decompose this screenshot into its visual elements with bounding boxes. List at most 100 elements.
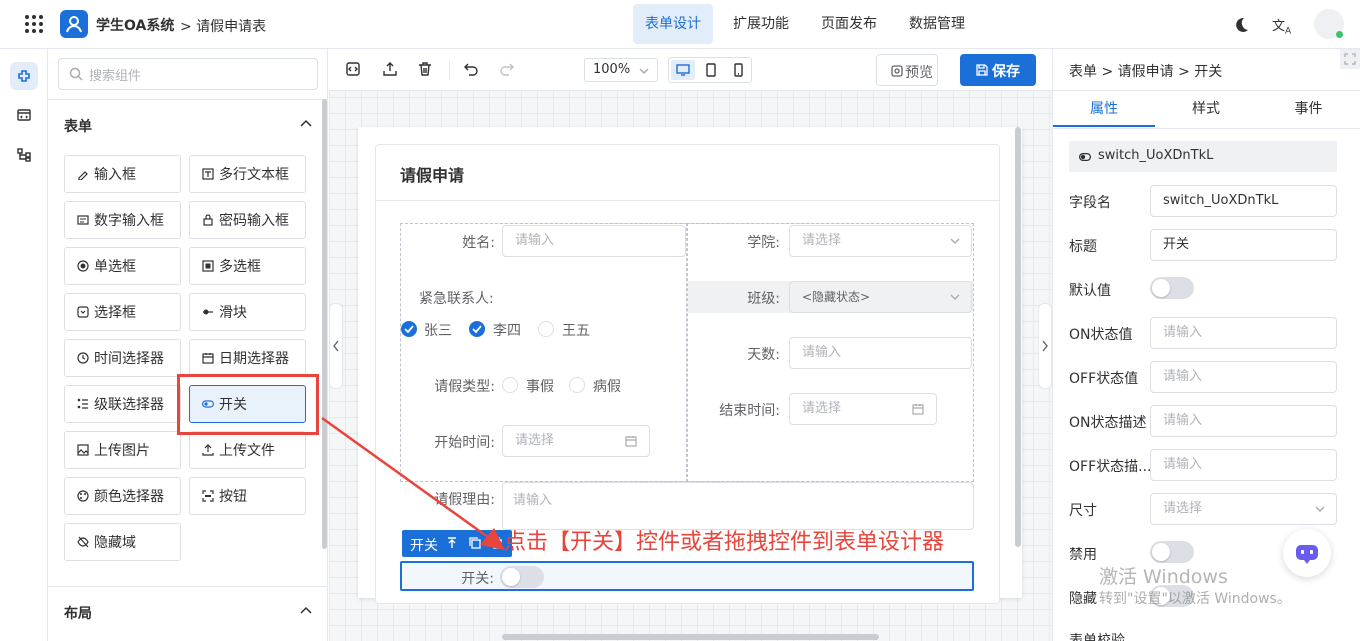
validate-label: 表单校验 — [1069, 633, 1125, 641]
clock-icon — [77, 352, 89, 364]
tab-properties[interactable]: 属性 — [1053, 91, 1155, 127]
on-desc-input[interactable]: 请输入 — [1150, 405, 1337, 437]
class-select[interactable]: <隐藏状态> — [789, 281, 972, 313]
collapse-layout-icon[interactable] — [300, 606, 312, 616]
component-checkbox-button[interactable]: 多选框 — [189, 247, 306, 285]
assistant-bot-icon[interactable] — [1283, 529, 1331, 577]
preview-label: 预览 — [905, 65, 933, 81]
component-cascader-button[interactable]: 级联选择器 — [64, 385, 181, 423]
component-id-bar: switch_UoXDnTkL — [1069, 141, 1337, 172]
number-icon — [77, 214, 89, 226]
component-calendar-button[interactable]: 日期选择器 — [189, 339, 306, 377]
size-select[interactable]: 请选择 — [1150, 493, 1337, 525]
collapse-form-icon[interactable] — [300, 119, 312, 129]
on-value-input[interactable]: 请输入 — [1150, 317, 1337, 349]
checkbox-icon — [202, 260, 214, 272]
name-input[interactable]: 请输入 — [502, 225, 686, 257]
component-palette-button[interactable]: 颜色选择器 — [64, 477, 181, 515]
college-label: 学院: — [747, 235, 780, 251]
tab-publish[interactable]: 页面发布 — [809, 4, 889, 44]
redo-icon[interactable] — [499, 61, 517, 79]
end-time-picker[interactable]: 请选择 — [789, 393, 937, 425]
disabled-toggle[interactable] — [1150, 541, 1194, 563]
component-radio-button[interactable]: 单选框 — [64, 247, 181, 285]
switch-small-icon — [1079, 153, 1091, 161]
canvas-toolbar: 100% 预览 保存 — [329, 49, 1052, 91]
radio-icon — [502, 377, 518, 393]
component-clock-button[interactable]: 时间选择器 — [64, 339, 181, 377]
canvas-h-scrollbar[interactable] — [502, 634, 879, 640]
upload-icon — [202, 444, 214, 456]
divider — [1053, 128, 1360, 129]
switch-widget[interactable]: 开关: — [400, 561, 974, 591]
component-upload-button[interactable]: 上传文件 — [189, 431, 306, 469]
collapse-right-handle[interactable] — [1038, 303, 1052, 389]
translate-icon[interactable]: 文A — [1272, 15, 1291, 37]
disabled-label: 禁用 — [1069, 547, 1097, 563]
tree-rail-icon[interactable] — [17, 148, 31, 162]
college-select[interactable]: 请选择 — [789, 225, 972, 257]
default-value-toggle[interactable] — [1150, 277, 1194, 299]
component-image-button[interactable]: 上传图片 — [64, 431, 181, 469]
tab-form-design[interactable]: 表单设计 — [633, 4, 713, 44]
divider — [48, 586, 328, 587]
dark-mode-icon[interactable] — [1232, 16, 1250, 34]
tab-style[interactable]: 样式 — [1155, 91, 1257, 127]
canvas-scrollbar[interactable] — [1015, 127, 1021, 547]
layout-section-title: 布局 — [64, 606, 92, 622]
default-value-label: 默认值 — [1069, 283, 1111, 299]
palette-icon — [77, 490, 89, 502]
textarea-icon — [202, 168, 214, 180]
days-label: 天数: — [747, 347, 780, 363]
switch-toggle[interactable] — [500, 566, 544, 588]
undo-icon[interactable] — [463, 61, 481, 79]
component-textarea-button[interactable]: 多行文本框 — [189, 155, 306, 193]
component-eye-off-button[interactable]: 隐藏域 — [64, 523, 181, 561]
desktop-icon[interactable] — [671, 60, 695, 80]
code-rail-icon[interactable] — [17, 108, 31, 122]
component-label: 上传文件 — [219, 443, 275, 459]
title-input[interactable]: 开关 — [1150, 229, 1337, 261]
component-select-button[interactable]: 选择框 — [64, 293, 181, 331]
export-icon[interactable] — [382, 61, 400, 79]
component-label: 颜色选择器 — [94, 489, 164, 505]
component-lock-button[interactable]: 密码输入框 — [189, 201, 306, 239]
save-button[interactable]: 保存 — [960, 54, 1036, 86]
preview-button[interactable]: 预览 — [876, 54, 938, 86]
tab-events[interactable]: 事件 — [1257, 91, 1360, 127]
component-slider-button[interactable]: 滑块 — [189, 293, 306, 331]
mobile-icon[interactable] — [726, 60, 750, 80]
field-name-input[interactable]: switch_UoXDnTkL — [1150, 185, 1337, 217]
components-rail-icon[interactable] — [10, 62, 38, 90]
switch-label: 开关: — [461, 571, 494, 587]
off-desc-input[interactable]: 请输入 — [1150, 449, 1337, 481]
copy-icon[interactable] — [469, 537, 481, 549]
tab-extensions[interactable]: 扩展功能 — [721, 4, 801, 44]
component-number-button[interactable]: 数字输入框 — [64, 201, 181, 239]
move-top-icon[interactable] — [446, 537, 458, 549]
days-input[interactable]: 请输入 — [789, 337, 972, 369]
off-value-input[interactable]: 请输入 — [1150, 361, 1337, 393]
size-placeholder: 请选择 — [1163, 501, 1203, 516]
chevron-down-icon — [950, 237, 960, 245]
component-label: 上传图片 — [94, 443, 150, 459]
highlight-box — [177, 374, 319, 435]
component-pencil-button[interactable]: 输入框 — [64, 155, 181, 193]
zoom-select[interactable]: 100% — [584, 58, 658, 82]
save-label: 保存 — [992, 64, 1020, 80]
collapse-left-handle[interactable] — [329, 303, 343, 389]
component-button-button[interactable]: 按钮 — [189, 477, 306, 515]
form-title: 请假申请 — [400, 166, 465, 185]
delete-icon[interactable] — [417, 61, 435, 79]
component-search[interactable]: 搜索组件 — [58, 58, 318, 90]
tab-data-manage[interactable]: 数据管理 — [897, 4, 977, 44]
reason-textarea[interactable]: 请输入 — [502, 482, 974, 530]
top-bar: 学生OA系统 > 请假申请表 表单设计 扩展功能 页面发布 数据管理 文A — [0, 0, 1360, 49]
panel-scrollbar[interactable] — [322, 99, 327, 549]
app-grid-icon[interactable] — [24, 14, 44, 34]
fullscreen-icon[interactable] — [1340, 49, 1360, 69]
tablet-icon[interactable] — [699, 60, 723, 80]
code-view-icon[interactable] — [345, 61, 363, 79]
delete-widget-icon[interactable] — [491, 537, 503, 549]
start-time-picker[interactable]: 请选择 — [502, 425, 650, 457]
